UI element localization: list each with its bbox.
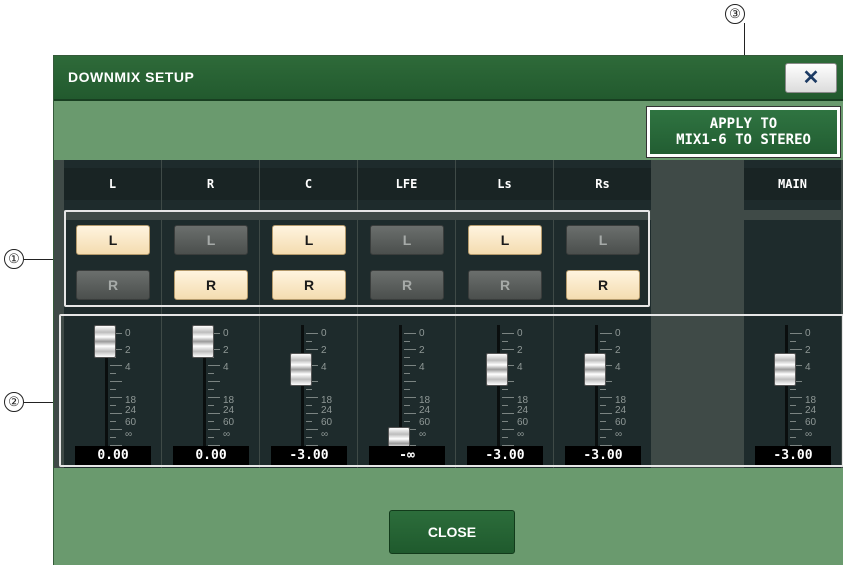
callout-3: ③ <box>725 4 745 24</box>
apply-button-line1: APPLY TO <box>709 116 778 132</box>
downmix-setup-window: DOWNMIX SETUP ✕ APPLY TO MIX1-6 TO STERE… <box>53 55 843 565</box>
channel-name: LFE <box>358 168 455 200</box>
channel-name: C <box>260 168 357 200</box>
channel-name: MAIN <box>744 168 841 200</box>
apply-to-mix-button[interactable]: APPLY TO MIX1-6 TO STEREO <box>647 107 840 157</box>
close-icon: ✕ <box>802 67 820 89</box>
bottom-bar: CLOSE <box>54 468 843 565</box>
apply-button-line2: MIX1-6 TO STEREO <box>676 132 811 148</box>
callout-1: ① <box>4 249 24 269</box>
faders-outline <box>59 314 843 467</box>
callout-2: ② <box>4 392 24 412</box>
title-bar: DOWNMIX SETUP ✕ <box>54 56 843 101</box>
close-button[interactable]: CLOSE <box>389 510 515 554</box>
column-divider <box>744 210 841 220</box>
channel-name: Rs <box>554 168 651 200</box>
channel-name: L <box>64 168 161 200</box>
channel-name: R <box>162 168 259 200</box>
pan-buttons-outline <box>64 210 650 307</box>
channel-name: Ls <box>456 168 553 200</box>
window-title: DOWNMIX SETUP <box>68 69 195 85</box>
close-x-button[interactable]: ✕ <box>785 63 837 93</box>
